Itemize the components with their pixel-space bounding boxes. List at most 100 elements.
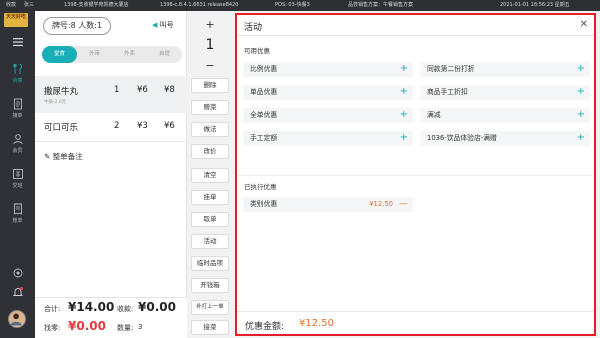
store-name: 1398-支收银学苑凯德大厦店 bbox=[64, 2, 129, 8]
received-label: 收款: bbox=[117, 305, 134, 313]
item-name: 撒尿牛丸 bbox=[44, 87, 79, 97]
item-qty: 2 bbox=[114, 121, 120, 131]
promo-label: 手工定额 bbox=[250, 134, 278, 142]
change-price-button[interactable]: 改价 bbox=[191, 144, 229, 159]
cooking-method-button[interactable]: 做法 bbox=[191, 122, 229, 137]
sidebar-item-label: 点菜 bbox=[12, 78, 23, 84]
change-value: ¥0.00 bbox=[68, 319, 106, 333]
add-icon: + bbox=[399, 86, 408, 97]
shift-icon bbox=[12, 169, 23, 179]
call-number-button[interactable]: ◀ 叫号 bbox=[152, 20, 174, 30]
version-label: 1398-c.8.4.1.6631 release8420 bbox=[160, 2, 239, 8]
activity-button[interactable]: 活动 bbox=[191, 234, 229, 249]
sidebar-item-label: 接单 bbox=[12, 113, 23, 119]
list-item[interactable]: 可口可乐 2 ¥3 ¥6 bbox=[35, 117, 187, 137]
left-sidebar: 天天好吃 点菜 接单 会员 交班 账单 bbox=[0, 11, 35, 338]
gift-item-button[interactable]: 赠菜 bbox=[191, 100, 229, 115]
sales-plan-label: 品尝销售方案：午餐销售方案 bbox=[348, 2, 414, 8]
item-price: ¥6 bbox=[137, 85, 148, 95]
sidebar-item-label: 交班 bbox=[12, 183, 23, 189]
add-icon: + bbox=[576, 109, 585, 120]
tab-dine-in[interactable]: 堂食 bbox=[42, 46, 77, 63]
promo-label: 同款第二份打折 bbox=[427, 65, 475, 73]
activity-panel: 活动 ✕ 可用优惠 比例优惠 + 同款第二份打折 + 单品优惠 + 商品手工折扣 + 全… bbox=[235, 13, 596, 336]
pos-label: POS: 03-快餐3 bbox=[275, 2, 310, 8]
available-section-label: 可用优惠 bbox=[244, 47, 270, 55]
sidebar-item-order[interactable]: 点菜 bbox=[0, 60, 35, 90]
count-value: 3 bbox=[138, 323, 143, 331]
bill-icon bbox=[13, 203, 22, 215]
promo-option[interactable]: 满减 + bbox=[420, 108, 590, 123]
order-remark-label: 整单备注 bbox=[52, 152, 83, 161]
remove-icon[interactable]: — bbox=[399, 197, 408, 211]
order-remark-button[interactable]: ✎ 整单备注 bbox=[44, 151, 83, 162]
applied-section-label: 已执行优惠 bbox=[244, 183, 277, 191]
sidebar-item-receive[interactable]: 接单 bbox=[0, 95, 35, 125]
divider bbox=[35, 141, 187, 142]
pin-icon[interactable] bbox=[0, 264, 35, 280]
panel-title: 活动 bbox=[244, 23, 263, 33]
promo-option[interactable]: 1036-饮品体验店-满赠 + bbox=[420, 131, 590, 146]
discount-total-value: ¥12.50 bbox=[299, 318, 334, 329]
speaker-icon: ◀ bbox=[152, 21, 158, 29]
promo-label: 满减 bbox=[427, 111, 441, 119]
promo-option[interactable]: 全单优惠 + bbox=[243, 108, 413, 123]
delete-button[interactable]: 删除 bbox=[191, 78, 229, 93]
tab-delivery[interactable]: 外卖 bbox=[112, 46, 147, 63]
quantity-display: 1 bbox=[205, 37, 215, 53]
sidebar-item-label: 账单 bbox=[12, 218, 23, 224]
reprint-last-button[interactable]: 补打上一单 bbox=[191, 300, 229, 315]
tab-pickup[interactable]: 自提 bbox=[147, 46, 182, 63]
add-icon: + bbox=[399, 132, 408, 143]
clear-button[interactable]: 清空 bbox=[191, 168, 229, 183]
divider bbox=[237, 35, 594, 36]
open-drawer-button[interactable]: 开钱箱 bbox=[191, 278, 229, 293]
item-total: ¥6 bbox=[164, 121, 175, 131]
order-panel: 牌号:8 人数:1 ◀ 叫号 堂食 外带 外卖 自提 撒尿牛丸 1 ¥6 ¥8 … bbox=[35, 11, 187, 338]
receipt-icon bbox=[13, 98, 22, 110]
increase-qty-button[interactable]: + bbox=[191, 18, 229, 31]
bell-icon[interactable] bbox=[0, 283, 35, 301]
pos-app-window: 收款 张三 1398-支收银学苑凯德大厦店 1398-c.8.4.1.6631 … bbox=[0, 0, 600, 338]
promo-option[interactable]: 同款第二份打折 + bbox=[420, 62, 590, 77]
promo-option[interactable]: 手工定额 + bbox=[243, 131, 413, 146]
list-item[interactable]: 撒尿牛丸 1 ¥6 ¥8 牛筋-2.0元 bbox=[35, 76, 187, 113]
divider bbox=[237, 311, 594, 312]
add-icon: + bbox=[576, 63, 585, 74]
action-buttons-column: + 1 − 删除 赠菜 做法 改价 清空 挂单 取单 活动 临时品项 开钱箱 补… bbox=[187, 11, 233, 338]
decrease-qty-button[interactable]: − bbox=[191, 59, 229, 72]
received-value: ¥0.00 bbox=[138, 300, 176, 314]
promo-label: 比例优惠 bbox=[250, 65, 278, 73]
add-icon: + bbox=[399, 63, 408, 74]
promo-option[interactable]: 商品手工折扣 + bbox=[420, 85, 590, 100]
count-label: 数量: bbox=[117, 324, 134, 332]
add-icon: + bbox=[576, 132, 585, 143]
tab-takeaway[interactable]: 外带 bbox=[77, 46, 112, 63]
discount-total-label: 优惠金额: bbox=[245, 322, 285, 332]
receive-dish-button[interactable]: 接菜 bbox=[191, 320, 229, 335]
promo-option[interactable]: 单品优惠 + bbox=[243, 85, 413, 100]
close-icon[interactable]: ✕ bbox=[580, 19, 588, 30]
item-qty: 1 bbox=[114, 85, 120, 95]
applied-promo[interactable]: 类别优惠 ¥12.50 — bbox=[243, 197, 413, 212]
table-number-box[interactable]: 牌号:8 人数:1 bbox=[43, 17, 111, 35]
order-summary: 合计: ¥14.00 收款: ¥0.00 找零: ¥0.00 数量: 3 bbox=[35, 297, 187, 338]
fork-knife-icon bbox=[13, 63, 22, 74]
retrieve-order-button[interactable]: 取单 bbox=[191, 212, 229, 227]
divider bbox=[237, 175, 594, 176]
total-value: ¥14.00 bbox=[68, 300, 115, 314]
sidebar-item-shift[interactable]: 交班 bbox=[0, 165, 35, 195]
role-label: 收款 bbox=[6, 2, 17, 8]
avatar[interactable] bbox=[8, 310, 26, 328]
sidebar-item-member[interactable]: 会员 bbox=[0, 130, 35, 160]
sidebar-item-bill[interactable]: 账单 bbox=[0, 200, 35, 230]
change-label: 找零: bbox=[44, 324, 61, 332]
hold-order-button[interactable]: 挂单 bbox=[191, 190, 229, 205]
datetime-label: 2021-01-01 18:56:23 星期五 bbox=[500, 2, 570, 8]
member-icon bbox=[12, 134, 23, 145]
top-status-bar: 收款 张三 1398-支收银学苑凯德大厦店 1398-c.8.4.1.6631 … bbox=[0, 0, 600, 11]
promo-option[interactable]: 比例优惠 + bbox=[243, 62, 413, 77]
temp-item-button[interactable]: 临时品项 bbox=[191, 256, 229, 271]
menu-icon[interactable] bbox=[0, 33, 35, 63]
item-price: ¥3 bbox=[137, 121, 148, 131]
